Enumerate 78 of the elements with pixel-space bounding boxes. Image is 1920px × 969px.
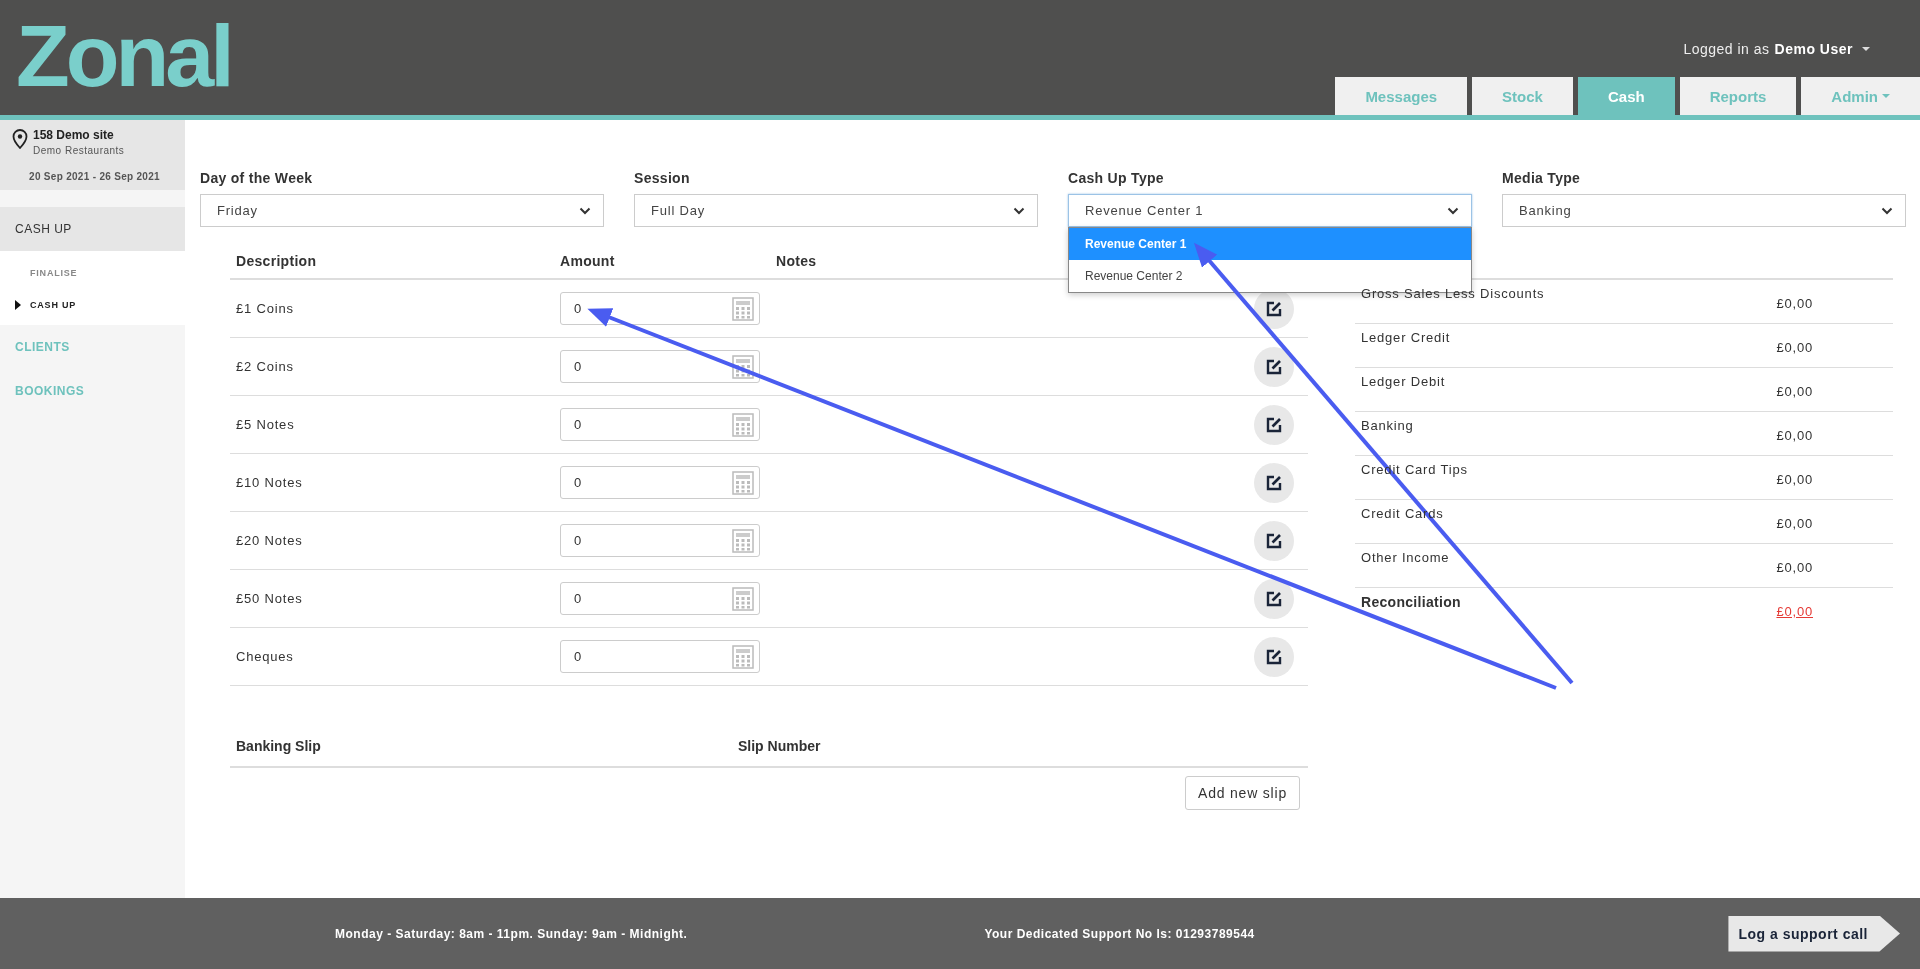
summary-label: Banking bbox=[1361, 417, 1414, 435]
summary-label: Ledger Credit bbox=[1361, 329, 1451, 347]
calculator-icon bbox=[732, 471, 754, 495]
edit-button[interactable] bbox=[1254, 520, 1294, 561]
edit-icon bbox=[1265, 473, 1283, 492]
site-name: 158 Demo site bbox=[33, 128, 115, 142]
summary-value: £0,00 bbox=[1776, 339, 1813, 357]
calculator-icon bbox=[732, 355, 754, 379]
chevron-down-icon bbox=[579, 206, 591, 215]
amount-field[interactable]: 0 bbox=[560, 408, 760, 441]
summary-value: £0,00 bbox=[1776, 383, 1813, 401]
support-call-button[interactable]: Log a support call bbox=[1728, 915, 1900, 952]
amount-field[interactable]: 0 bbox=[560, 466, 760, 499]
edit-icon bbox=[1265, 531, 1283, 550]
summary-value: £0,00 bbox=[1776, 603, 1813, 621]
opening-hours: Monday - Saturday: 8am - 11pm. Sunday: 9am - Midnight. bbox=[335, 926, 688, 941]
filter-label: Media Type bbox=[1502, 170, 1582, 186]
edit-icon bbox=[1265, 647, 1283, 666]
summary-value: £0,00 bbox=[1776, 427, 1813, 445]
column-header: Amount bbox=[560, 252, 616, 269]
dropdown-select[interactable]: Friday bbox=[200, 194, 604, 227]
table-cell-text: £50 Notes bbox=[235, 591, 304, 606]
summary-value: £0,00 bbox=[1776, 295, 1813, 313]
table-cell-text: £1 Coins bbox=[235, 301, 295, 316]
edit-button[interactable] bbox=[1254, 636, 1294, 677]
company-name: Demo Restaurants bbox=[33, 145, 125, 156]
column-header: Slip Number bbox=[738, 738, 821, 754]
calculator-icon bbox=[732, 587, 754, 611]
column-header: Notes bbox=[776, 252, 818, 269]
location-pin-icon bbox=[12, 129, 28, 149]
table-cell-text: £10 Notes bbox=[235, 475, 304, 490]
edit-button[interactable] bbox=[1254, 578, 1294, 619]
logo: Zonal bbox=[16, 14, 231, 98]
column-header: Description bbox=[235, 252, 318, 269]
filter-label: Session bbox=[634, 170, 691, 186]
filter-label: Cash Up Type bbox=[1068, 170, 1165, 186]
date-range: 20 Sep 2021 - 26 Sep 2021 bbox=[28, 170, 161, 184]
amount-field[interactable]: 0 bbox=[560, 292, 760, 325]
calculator-icon bbox=[732, 645, 754, 669]
table-cell-text: Cheques bbox=[235, 649, 295, 664]
calculator-icon bbox=[732, 413, 754, 437]
add-slip-button[interactable]: Add new slip bbox=[1185, 776, 1300, 810]
dropdown-select[interactable]: Banking bbox=[1502, 194, 1906, 227]
summary-label: Ledger Debit bbox=[1361, 373, 1446, 391]
edit-icon bbox=[1265, 415, 1283, 434]
summary-label: Reconciliation bbox=[1361, 593, 1461, 612]
calculator-icon bbox=[732, 297, 754, 321]
edit-icon bbox=[1265, 299, 1283, 318]
sidebar-section[interactable]: CASH UP bbox=[0, 207, 185, 251]
chevron-down-icon bbox=[1013, 206, 1025, 215]
sidebar-item[interactable]: FINALISE bbox=[0, 257, 185, 289]
amount-field[interactable]: 0 bbox=[560, 350, 760, 383]
amount-field[interactable]: 0 bbox=[560, 640, 760, 673]
dropdown-select[interactable]: Revenue Center 1 bbox=[1068, 194, 1472, 227]
table-cell-text: £5 Notes bbox=[235, 417, 296, 432]
edit-icon bbox=[1265, 357, 1283, 376]
table-cell-text: £20 Notes bbox=[235, 533, 304, 548]
summary-label: Gross Sales Less Discounts bbox=[1361, 285, 1545, 303]
summary-value: £0,00 bbox=[1776, 515, 1813, 533]
amount-field[interactable]: 0 bbox=[560, 524, 760, 557]
summary-value: £0,00 bbox=[1776, 559, 1813, 577]
calculator-icon bbox=[732, 529, 754, 553]
support-number: Your Dedicated Support No Is: 01293789544 bbox=[984, 926, 1255, 941]
summary-value: £0,00 bbox=[1776, 471, 1813, 489]
edit-button[interactable] bbox=[1254, 404, 1294, 445]
dropdown-select[interactable]: Full Day bbox=[634, 194, 1038, 227]
amount-field[interactable]: 0 bbox=[560, 582, 760, 615]
edit-button[interactable] bbox=[1254, 462, 1294, 503]
sidebar-item[interactable]: CASH UP bbox=[0, 289, 185, 321]
user-menu[interactable]: Logged in as Demo User bbox=[1683, 41, 1870, 57]
chevron-down-icon bbox=[1447, 206, 1459, 215]
filter-label: Day of the Week bbox=[200, 170, 314, 186]
column-header: Banking Slip bbox=[235, 738, 322, 754]
table-cell-text: £2 Coins bbox=[235, 359, 295, 374]
summary-label: Other Income bbox=[1361, 549, 1450, 567]
chevron-down-icon bbox=[1881, 206, 1893, 215]
edit-icon bbox=[1265, 589, 1283, 608]
edit-button[interactable] bbox=[1254, 346, 1294, 387]
